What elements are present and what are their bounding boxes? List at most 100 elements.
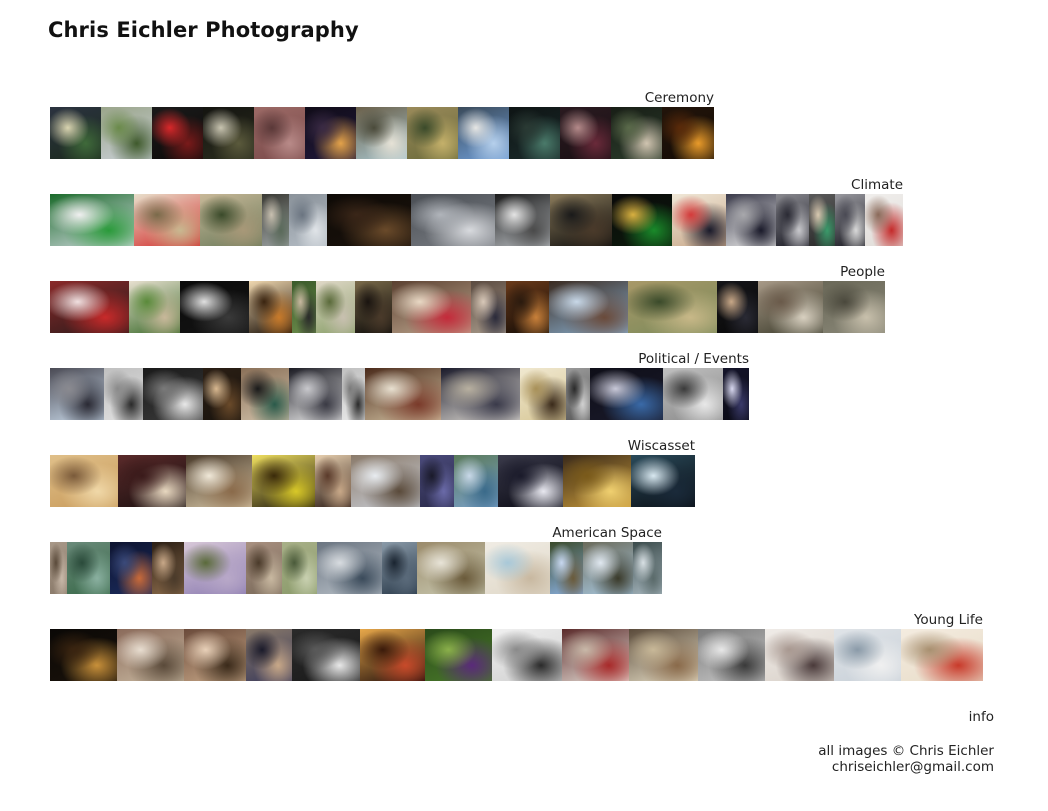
photo-thumbnail[interactable] — [498, 455, 563, 507]
photo-thumbnail[interactable] — [67, 542, 110, 594]
gallery-wiscasset[interactable]: Wiscasset — [50, 438, 695, 508]
gallery-label[interactable]: Political / Events — [638, 351, 749, 367]
photo-thumbnail[interactable] — [392, 281, 471, 333]
gallery-political-events[interactable]: Political / Events — [50, 351, 749, 421]
photo-thumbnail[interactable] — [365, 368, 441, 420]
photo-thumbnail[interactable] — [200, 194, 262, 246]
photo-thumbnail[interactable] — [471, 281, 506, 333]
photo-thumbnail[interactable] — [152, 107, 203, 159]
photo-thumbnail[interactable] — [50, 542, 67, 594]
photo-thumbnail[interactable] — [50, 629, 117, 681]
email-link[interactable]: chriseichler@gmail.com — [818, 759, 994, 775]
gallery-label[interactable]: Climate — [851, 177, 903, 193]
photo-thumbnail[interactable] — [458, 107, 509, 159]
photo-thumbnail[interactable] — [441, 368, 520, 420]
photo-thumbnail[interactable] — [184, 629, 246, 681]
photo-thumbnail[interactable] — [834, 629, 901, 681]
photo-thumbnail[interactable] — [203, 107, 254, 159]
photo-thumbnail[interactable] — [254, 107, 305, 159]
photo-thumbnail[interactable] — [252, 455, 315, 507]
photo-thumbnail[interactable] — [134, 194, 200, 246]
gallery-label[interactable]: Young Life — [914, 612, 983, 628]
photo-thumbnail[interactable] — [184, 542, 246, 594]
photo-thumbnail[interactable] — [631, 455, 695, 507]
photo-thumbnail[interactable] — [612, 194, 672, 246]
photo-thumbnail[interactable] — [351, 455, 420, 507]
photo-thumbnail[interactable] — [316, 281, 355, 333]
photo-thumbnail[interactable] — [315, 455, 351, 507]
photo-thumbnail[interactable] — [292, 629, 360, 681]
gallery-young-life[interactable]: Young Life — [50, 612, 983, 682]
photo-thumbnail[interactable] — [50, 368, 104, 420]
photo-thumbnail[interactable] — [104, 368, 143, 420]
photo-thumbnail[interactable] — [485, 542, 550, 594]
photo-thumbnail[interactable] — [560, 107, 611, 159]
photo-thumbnail[interactable] — [723, 368, 749, 420]
photo-thumbnail[interactable] — [246, 542, 282, 594]
photo-thumbnail[interactable] — [50, 281, 129, 333]
photo-thumbnail[interactable] — [835, 194, 865, 246]
photo-thumbnail[interactable] — [110, 542, 152, 594]
photo-thumbnail[interactable] — [289, 194, 327, 246]
gallery-climate[interactable]: Climate — [50, 177, 903, 247]
photo-thumbnail[interactable] — [758, 281, 823, 333]
photo-thumbnail[interactable] — [282, 542, 317, 594]
photo-thumbnail[interactable] — [765, 629, 834, 681]
photo-thumbnail[interactable] — [425, 629, 492, 681]
photo-thumbnail[interactable] — [550, 194, 612, 246]
photo-thumbnail[interactable] — [180, 281, 249, 333]
photo-thumbnail[interactable] — [562, 629, 629, 681]
photo-thumbnail[interactable] — [411, 194, 495, 246]
photo-thumbnail[interactable] — [726, 194, 776, 246]
photo-thumbnail[interactable] — [117, 629, 184, 681]
photo-thumbnail[interactable] — [118, 455, 186, 507]
photo-thumbnail[interactable] — [262, 194, 289, 246]
gallery-ceremony[interactable]: Ceremony — [50, 90, 714, 160]
photo-thumbnail[interactable] — [520, 368, 566, 420]
photo-thumbnail[interactable] — [129, 281, 180, 333]
photo-thumbnail[interactable] — [317, 542, 382, 594]
photo-thumbnail[interactable] — [327, 194, 411, 246]
photo-thumbnail[interactable] — [420, 455, 454, 507]
photo-thumbnail[interactable] — [50, 107, 101, 159]
photo-thumbnail[interactable] — [611, 107, 662, 159]
photo-thumbnail[interactable] — [356, 107, 407, 159]
photo-thumbnail[interactable] — [292, 281, 316, 333]
photo-thumbnail[interactable] — [143, 368, 203, 420]
photo-thumbnail[interactable] — [454, 455, 498, 507]
photo-thumbnail[interactable] — [289, 368, 342, 420]
photo-thumbnail[interactable] — [550, 542, 583, 594]
info-link[interactable]: info — [969, 709, 994, 725]
photo-thumbnail[interactable] — [628, 281, 717, 333]
photo-thumbnail[interactable] — [355, 281, 392, 333]
photo-thumbnail[interactable] — [776, 194, 809, 246]
photo-thumbnail[interactable] — [342, 368, 365, 420]
gallery-label[interactable]: Ceremony — [645, 90, 714, 106]
photo-thumbnail[interactable] — [382, 542, 417, 594]
photo-thumbnail[interactable] — [360, 629, 425, 681]
photo-thumbnail[interactable] — [50, 194, 134, 246]
photo-thumbnail[interactable] — [509, 107, 560, 159]
photo-thumbnail[interactable] — [249, 281, 292, 333]
photo-thumbnail[interactable] — [901, 629, 983, 681]
photo-thumbnail[interactable] — [241, 368, 289, 420]
photo-thumbnail[interactable] — [417, 542, 485, 594]
photo-thumbnail[interactable] — [698, 629, 765, 681]
photo-thumbnail[interactable] — [590, 368, 663, 420]
photo-thumbnail[interactable] — [407, 107, 458, 159]
gallery-label[interactable]: People — [840, 264, 885, 280]
gallery-label[interactable]: American Space — [552, 525, 662, 541]
photo-thumbnail[interactable] — [663, 368, 723, 420]
photo-thumbnail[interactable] — [492, 629, 562, 681]
photo-thumbnail[interactable] — [152, 542, 184, 594]
photo-thumbnail[interactable] — [865, 194, 903, 246]
photo-thumbnail[interactable] — [495, 194, 550, 246]
photo-thumbnail[interactable] — [662, 107, 714, 159]
photo-thumbnail[interactable] — [809, 194, 835, 246]
photo-thumbnail[interactable] — [549, 281, 628, 333]
photo-thumbnail[interactable] — [563, 455, 631, 507]
photo-thumbnail[interactable] — [101, 107, 152, 159]
photo-thumbnail[interactable] — [566, 368, 590, 420]
photo-thumbnail[interactable] — [203, 368, 241, 420]
photo-thumbnail[interactable] — [633, 542, 662, 594]
